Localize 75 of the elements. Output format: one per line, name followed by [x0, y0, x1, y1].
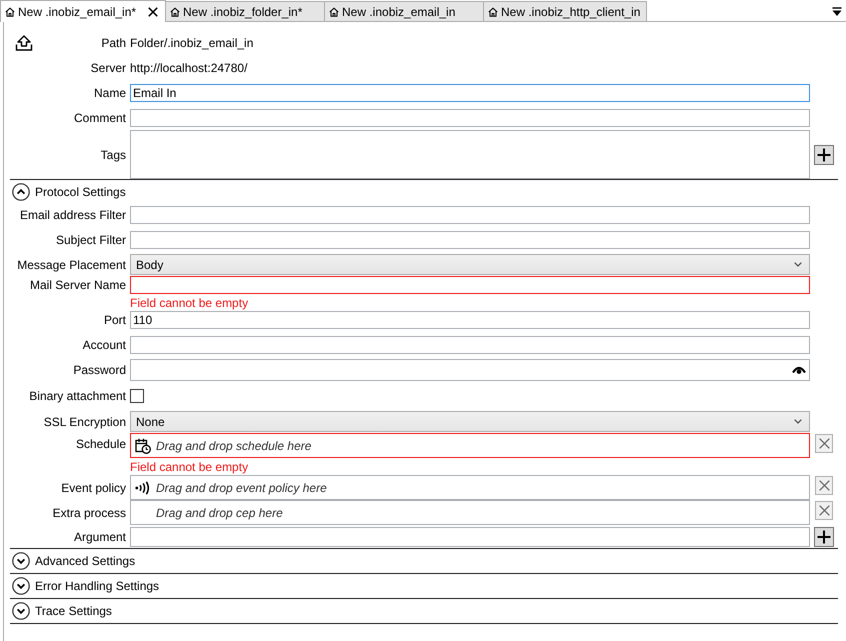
plus-icon	[817, 148, 831, 162]
eye-icon[interactable]	[792, 365, 806, 375]
cross-icon	[818, 438, 830, 449]
field-label: Binary attachment	[29, 389, 126, 403]
text-field[interactable]: Email In	[130, 84, 810, 102]
field-label: Mail Server Name	[30, 278, 126, 292]
field-label: Path	[101, 36, 126, 50]
placeholder-text: Drag and drop schedule here	[156, 438, 312, 452]
remove-button[interactable]	[815, 501, 833, 520]
field-label: Tags	[100, 148, 126, 162]
text-field[interactable]	[130, 276, 810, 294]
house-icon	[170, 6, 180, 16]
field-label: SSL Encryption	[44, 414, 126, 428]
field-label: Message Placement	[17, 258, 126, 272]
section-toggle[interactable]: Protocol Settings	[12, 183, 126, 201]
chevron-down-icon	[794, 262, 802, 267]
section-toggle[interactable]: Trace Settings	[12, 602, 112, 620]
tab[interactable]: New .inobiz_http_client_in	[483, 1, 648, 21]
tab[interactable]: New .inobiz_email_in	[324, 1, 484, 21]
field-label: Argument	[74, 530, 126, 544]
error-message: Field cannot be empty	[130, 297, 250, 310]
add-button[interactable]	[814, 527, 834, 547]
house-icon	[488, 6, 498, 16]
field-label: Schedule	[76, 437, 126, 451]
field-label: Comment	[74, 111, 126, 125]
tab[interactable]: New .inobiz_email_in*	[0, 0, 166, 22]
house-icon	[5, 7, 15, 17]
drop-zone[interactable]: Drag and drop event policy here	[130, 475, 810, 500]
close-icon[interactable]	[148, 7, 158, 17]
chevron-down-icon	[794, 419, 802, 424]
dropdown[interactable]: Body	[130, 254, 810, 275]
cross-icon	[818, 505, 830, 516]
wave-icon	[135, 480, 151, 494]
checkbox[interactable]	[130, 389, 144, 403]
chevron-up-icon	[12, 183, 30, 201]
house-icon	[329, 6, 339, 16]
caret-icon[interactable]	[832, 6, 842, 16]
text-field[interactable]	[130, 527, 810, 547]
field-label: Extra process	[52, 506, 126, 520]
field-label: Server	[90, 61, 126, 75]
field-label: Password	[73, 363, 126, 377]
field-value: http://localhost:24780/	[130, 61, 248, 75]
field-label: Name	[94, 86, 126, 100]
text-field[interactable]	[130, 109, 810, 127]
placeholder-text: Drag and drop cep here	[156, 506, 283, 520]
field-label: Port	[104, 313, 126, 327]
tags-field[interactable]	[130, 130, 810, 179]
field-label: Subject Filter	[56, 233, 126, 247]
field-label: Email address Filter	[20, 208, 126, 222]
tab[interactable]: New .inobiz_folder_in*	[165, 1, 325, 21]
add-button[interactable]	[814, 144, 834, 164]
drop-zone[interactable]: Drag and drop cep here	[130, 500, 810, 525]
upload-icon[interactable]	[15, 35, 33, 51]
chevron-down-icon	[12, 552, 30, 570]
error-message: Field cannot be empty	[130, 461, 250, 474]
password-field[interactable]	[130, 359, 810, 381]
remove-button[interactable]	[815, 476, 833, 495]
drop-zone[interactable]: Drag and drop schedule here	[130, 433, 810, 458]
cross-icon	[818, 480, 830, 491]
text-field[interactable]	[130, 336, 810, 354]
chevron-down-icon	[12, 602, 30, 620]
text-field[interactable]: 110	[130, 311, 810, 329]
section-toggle[interactable]: Error Handling Settings	[12, 577, 160, 595]
dropdown[interactable]: None	[130, 411, 810, 432]
plus-icon	[817, 530, 831, 544]
text-field[interactable]	[130, 206, 810, 224]
remove-button[interactable]	[815, 434, 833, 453]
field-value: Folder/.inobiz_email_in	[130, 36, 254, 50]
text-field[interactable]	[130, 231, 810, 249]
calendar-clock-icon	[135, 438, 151, 454]
chevron-down-icon	[12, 577, 30, 595]
field-label: Account	[82, 338, 126, 352]
placeholder-text: Drag and drop event policy here	[156, 480, 327, 494]
section-toggle[interactable]: Advanced Settings	[12, 552, 136, 570]
field-label: Event policy	[61, 480, 126, 494]
